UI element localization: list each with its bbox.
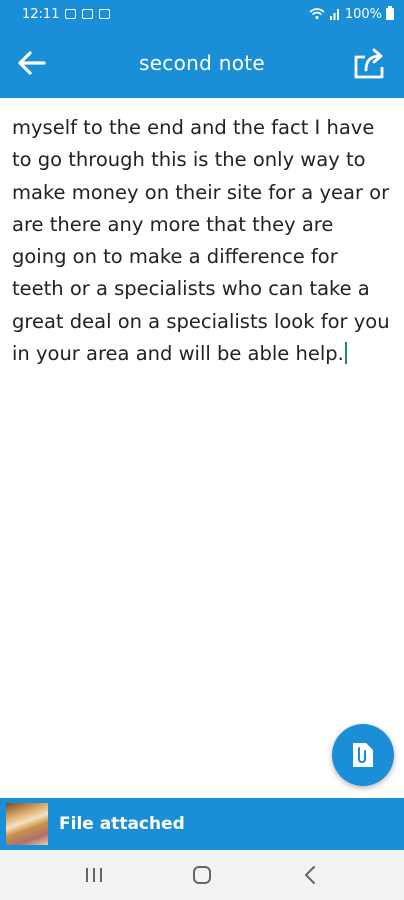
arrow-left-icon: [18, 51, 46, 75]
battery-percent: 100%: [344, 6, 382, 22]
home-icon: [193, 866, 211, 884]
attach-file-button[interactable]: [332, 724, 394, 786]
note-title: second note: [138, 51, 266, 75]
recents-icon: [86, 868, 102, 882]
app-icon: [99, 9, 111, 19]
image-icon: [65, 9, 77, 19]
attach-file-icon: [353, 743, 373, 767]
attachment-label: File attached: [59, 814, 185, 834]
status-time: 12:11: [22, 6, 60, 22]
home-button[interactable]: [182, 860, 222, 890]
text-cursor: [344, 342, 347, 365]
app-bar: second note: [0, 28, 404, 98]
battery-icon: [386, 6, 394, 20]
attachment-bar[interactable]: File attached: [0, 798, 404, 850]
status-bar-right: 100%: [309, 6, 394, 22]
note-text: myself to the end and the fact I have to…: [12, 116, 390, 366]
attachment-thumbnail[interactable]: [6, 803, 48, 845]
status-bar-left: 12:11: [22, 6, 111, 22]
share-button[interactable]: [352, 46, 386, 80]
wifi-icon: [309, 8, 325, 20]
back-button[interactable]: [16, 49, 48, 77]
signal-icon: [329, 9, 339, 20]
share-icon: [354, 48, 384, 79]
system-nav-bar: [0, 850, 404, 900]
back-icon: [305, 866, 315, 884]
recents-button[interactable]: [74, 860, 114, 890]
note-text-area[interactable]: myself to the end and the fact I have to…: [0, 98, 404, 798]
nav-back-button[interactable]: [290, 860, 330, 890]
status-bar: 12:11 100%: [0, 0, 404, 28]
gallery-icon: [82, 9, 94, 19]
